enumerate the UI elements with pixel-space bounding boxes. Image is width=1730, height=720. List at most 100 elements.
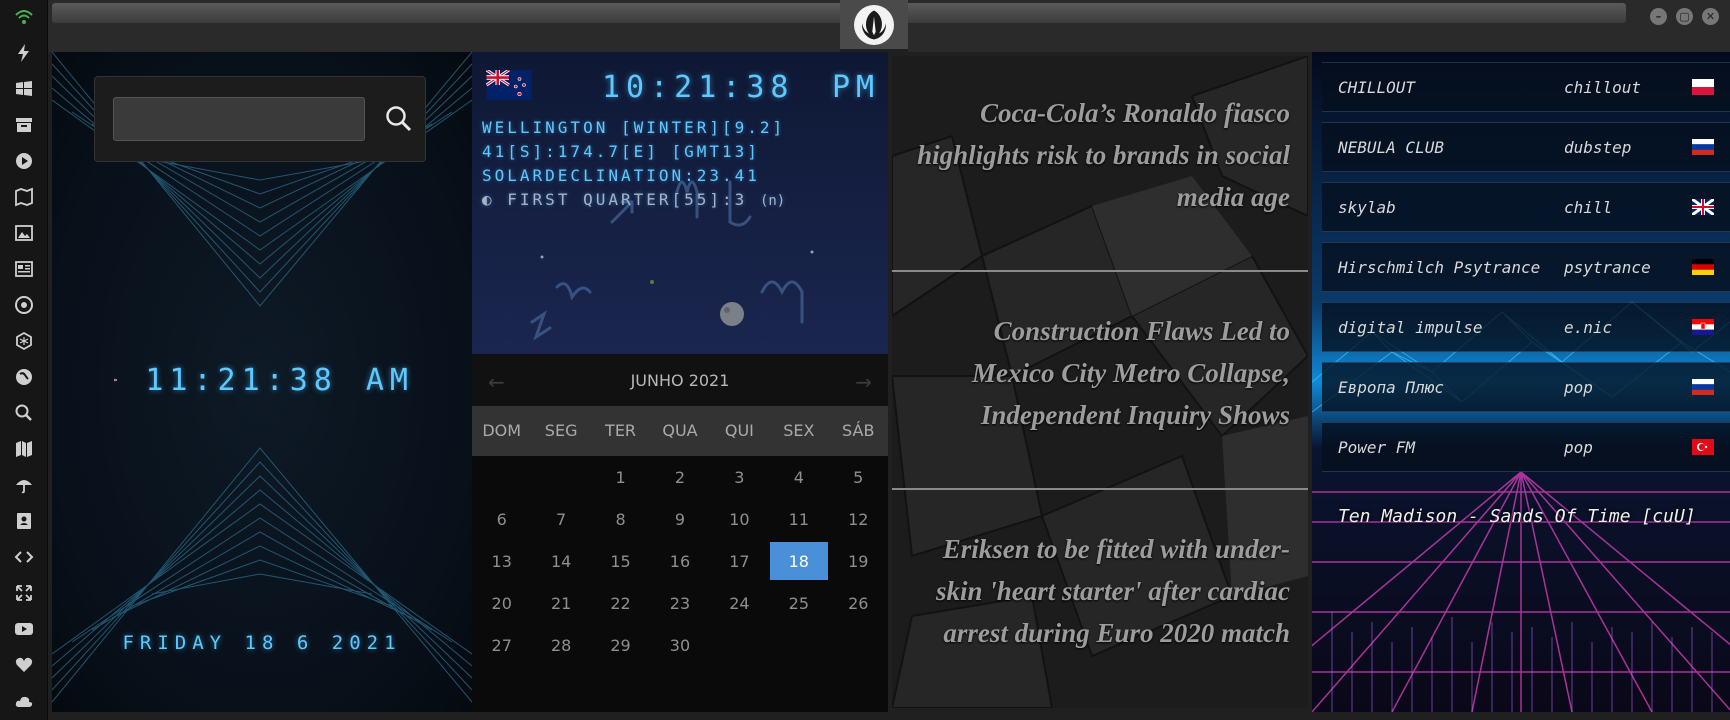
search-icon[interactable] [13,402,35,424]
calendar-day[interactable]: 15 [591,540,650,582]
close-button[interactable]: ✕ [1702,8,1719,25]
turkey-flag-icon [1692,439,1714,455]
calendar-day[interactable]: 4 [769,456,828,498]
lightning-icon[interactable] [13,42,35,64]
calendar-day[interactable]: 9 [650,498,709,540]
contacts-icon[interactable] [13,510,35,532]
calendar-day-number: 7 [556,509,567,529]
calendar-day[interactable]: 16 [650,540,709,582]
weekday-label: SEG [544,421,578,440]
calendar-week-row: 27 28 29 30 [472,624,888,666]
empire-icon[interactable] [13,294,35,316]
map-icon[interactable] [13,438,35,460]
calendar-day[interactable]: 26 [829,582,888,624]
rebel-logo-tab[interactable] [840,0,908,52]
radio-station-item[interactable]: Power FM pop [1322,422,1730,472]
calendar-next-button[interactable]: → [855,370,872,394]
calendar-day[interactable]: 19 [829,540,888,582]
maximize-button[interactable]: ▢ [1676,8,1693,25]
search-icon[interactable] [383,103,415,135]
calendar-day[interactable]: 11 [769,498,828,540]
icon-rail [0,0,48,720]
calendar-day[interactable]: 24 [710,582,769,624]
calendar-day-number: 28 [550,635,572,655]
globe-icon[interactable] [13,366,35,388]
calendar-header: ← JUNHO 2021 → [472,354,888,406]
station-name: digital impulse [1338,317,1483,337]
calendar-day[interactable]: 8 [591,498,650,540]
local-date: FRIDAY 18 6 2021 [122,632,402,654]
calendar-day[interactable]: 22 [591,582,650,624]
windows-icon[interactable] [13,78,35,100]
umbrella-icon[interactable] [13,474,35,496]
news-headline[interactable]: Coca-Cola’s Ronaldo fiasco highlights ri… [912,92,1290,218]
hexagon-icon[interactable] [13,330,35,352]
calendar-empty-cell [710,624,769,666]
minimize-button[interactable]: – [1650,8,1667,25]
radio-station-item[interactable]: digital impulse e.nic [1322,302,1730,352]
calendar-day[interactable]: 10 [710,498,769,540]
radio-panel: CHILLOUT chillout NEBULA CLUB dubstep skylab… [1312,52,1730,712]
calendar-day[interactable]: 12 [829,498,888,540]
wellington-time: 10:21:38 [602,70,795,105]
calendar-day-number: 25 [788,593,809,613]
astro-calendar-panel: 10:21:38 PM WELLINGTON [WINTER][9.2] 41[… [472,52,888,712]
cloud-icon[interactable] [13,690,35,712]
calendar-day[interactable]: 23 [650,582,709,624]
weekday-label: DOM [482,421,522,440]
code-icon[interactable] [13,546,35,568]
uk-flag-icon [1692,199,1714,215]
calendar-day[interactable]: 13 [472,540,531,582]
calendar-day[interactable]: 7 [531,498,590,540]
news-icon[interactable] [13,258,35,280]
news-headline[interactable]: Eriksen to be fitted with under-skin 'he… [912,528,1290,654]
moon-phase-suffix: (n) [759,193,786,209]
calendar-prev-button[interactable]: ← [488,370,505,394]
calendar-day[interactable]: 29 [591,624,650,666]
clock-panel: 11:21:38 AM FRIDAY 18 6 2021 [52,52,472,712]
news-headline[interactable]: Construction Flaws Led to Mexico City Me… [912,310,1290,436]
radio-station-item[interactable]: Hirschmilch Psytrance psytrance [1322,242,1730,292]
station-name: skylab [1338,197,1396,217]
calendar-day[interactable]: 3 [710,456,769,498]
calendar-day[interactable]: 2 [650,456,709,498]
heart-icon[interactable] [13,654,35,676]
calendar-day[interactable]: 28 [531,624,590,666]
calendar-day[interactable]: 17 [710,540,769,582]
youtube-icon[interactable] [13,618,35,640]
weekday-label: QUI [724,421,754,440]
radio-station-item[interactable]: skylab chill [1322,182,1730,232]
calendar-day[interactable]: 30 [650,624,709,666]
calendar-day[interactable]: 6 [472,498,531,540]
station-genre: pop [1564,377,1593,397]
calendar-day[interactable]: 21 [531,582,590,624]
calendar-day[interactable]: 27 [472,624,531,666]
calendar-day[interactable]: 25 [769,582,828,624]
calendar-day[interactable]: 20 [472,582,531,624]
search-input[interactable] [113,97,365,141]
russia-flag-icon [1692,139,1714,155]
rebel-alliance-icon [854,4,894,45]
archive-icon[interactable] [13,114,35,136]
news-divider [892,488,1308,490]
expand-icon[interactable] [13,582,35,604]
calendar-day-number: 17 [729,551,750,571]
station-genre: e.nic [1564,317,1613,337]
map-book-icon[interactable] [13,186,35,208]
calendar-day-number: 6 [496,509,507,529]
calendar-day[interactable]: 5 [829,456,888,498]
calendar-day[interactable]: 1 [591,456,650,498]
calendar-day-today[interactable]: 18 [769,540,828,582]
calendar-day-number: 10 [729,509,750,529]
radio-station-item[interactable]: NEBULA CLUB dubstep [1322,122,1730,172]
window-titlebar[interactable]: – ▢ ✕ [48,0,1730,52]
play-icon[interactable] [13,150,35,172]
image-icon[interactable] [13,222,35,244]
calendar-day-number: 13 [491,551,512,571]
radio-station-item[interactable]: Европа Плюс pop [1322,362,1730,412]
calendar-day[interactable]: 14 [531,540,590,582]
radio-station-item[interactable]: CHILLOUT chillout [1322,62,1730,112]
calendar-month-label[interactable]: JUNHO 2021 [631,371,730,390]
wifi-icon[interactable] [13,6,35,28]
titlebar-drag-area[interactable] [52,3,1626,23]
